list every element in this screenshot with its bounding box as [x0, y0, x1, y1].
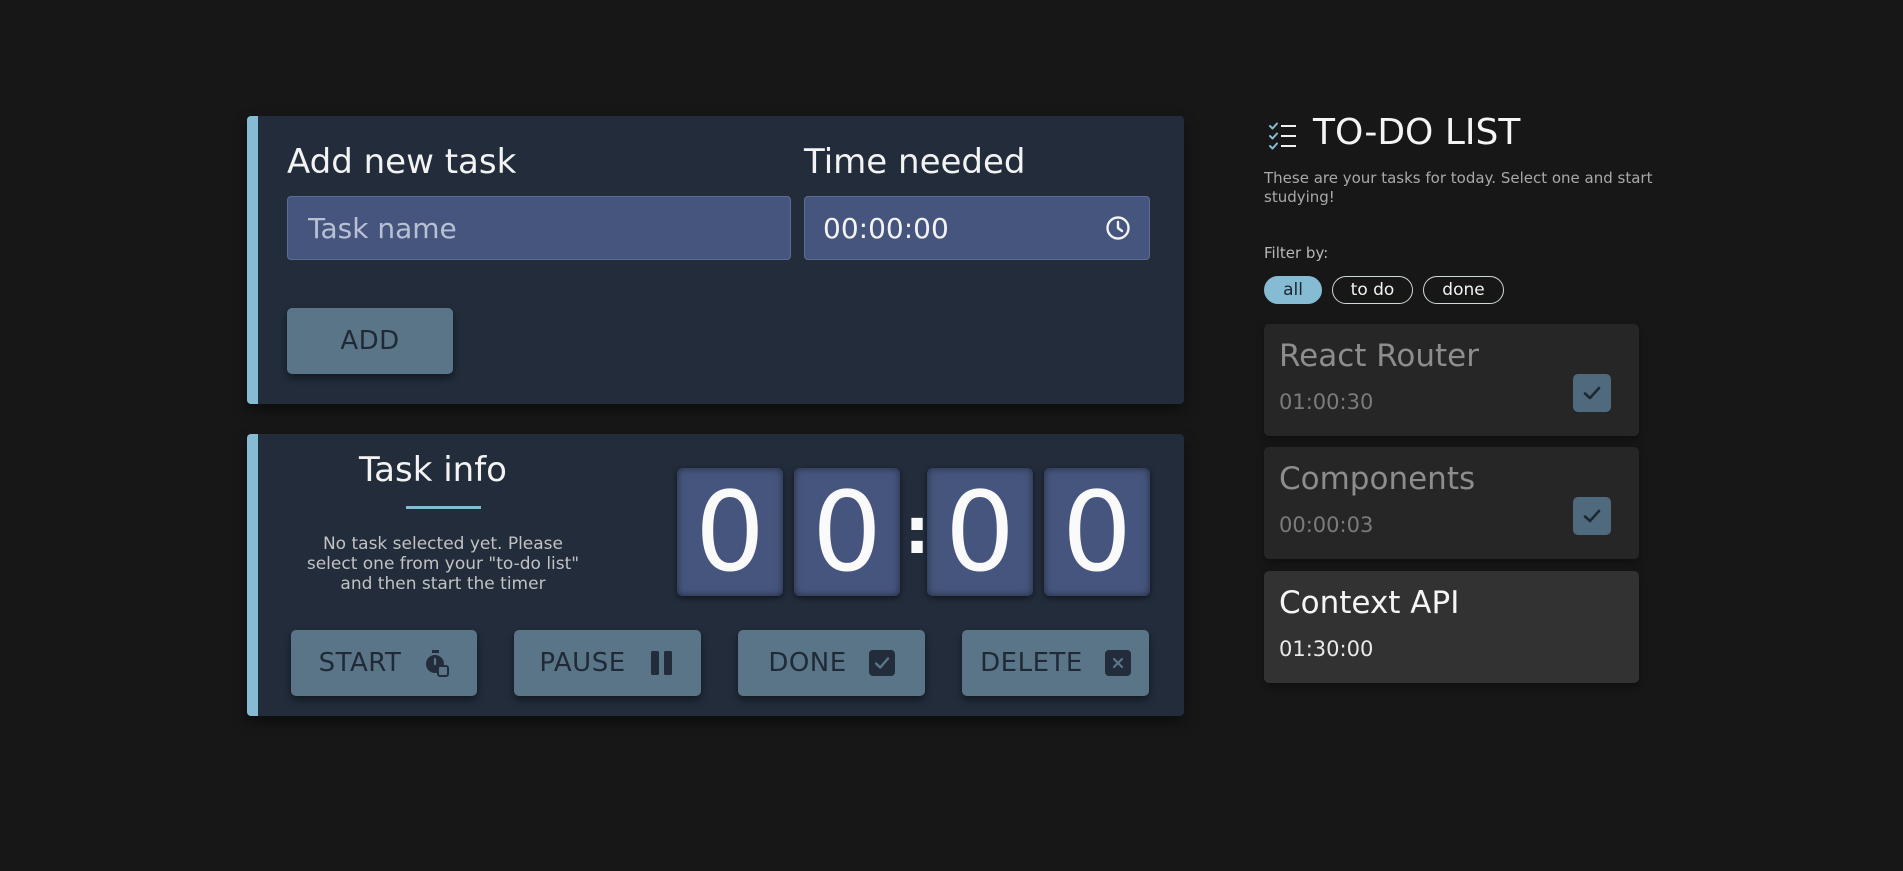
timer-digit-2: 0 — [794, 468, 900, 596]
add-task-label: Add new task — [287, 142, 517, 182]
clock-icon[interactable] — [1105, 215, 1131, 241]
filter-done-chip[interactable]: done — [1423, 276, 1504, 304]
task-info-title: Task info — [359, 450, 507, 490]
check-icon — [1583, 386, 1601, 400]
done-button-label: DONE — [768, 648, 847, 678]
done-button[interactable]: DONE — [738, 630, 925, 696]
timer-digit-1: 0 — [677, 468, 783, 596]
filter-all-label: all — [1283, 280, 1303, 300]
task-time: 01:00:30 — [1279, 390, 1374, 414]
task-card-context-api[interactable]: Context API 01:30:00 — [1264, 571, 1639, 683]
check-icon — [1583, 509, 1601, 523]
pause-icon — [648, 649, 676, 677]
task-info-panel: Task info No task selected yet. Please s… — [247, 434, 1184, 716]
task-card-react-router[interactable]: React Router 01:00:30 — [1264, 324, 1639, 436]
delete-button[interactable]: DELETE — [962, 630, 1149, 696]
task-name-field[interactable] — [287, 196, 791, 260]
task-time: 00:00:03 — [1279, 513, 1374, 537]
checkbox-icon — [868, 650, 895, 676]
task-info-message: No task selected yet. Please select one … — [306, 534, 580, 594]
time-needed-value[interactable]: 00:00:00 — [823, 212, 949, 245]
task-name: Context API — [1279, 585, 1460, 621]
title-underline — [406, 506, 481, 509]
filter-todo-label: to do — [1350, 280, 1395, 300]
task-done-checkbox[interactable] — [1573, 374, 1611, 412]
filter-all-chip[interactable]: all — [1264, 276, 1322, 304]
start-button[interactable]: START — [291, 630, 477, 696]
pause-button[interactable]: PAUSE — [514, 630, 701, 696]
task-card-components[interactable]: Components 00:00:03 — [1264, 447, 1639, 559]
timer-digit-4: 0 — [1044, 468, 1150, 596]
task-done-checkbox[interactable] — [1573, 497, 1611, 535]
delete-button-label: DELETE — [980, 648, 1083, 678]
todo-list-subtitle: These are your tasks for today. Select o… — [1264, 169, 1653, 206]
time-needed-field[interactable]: 00:00:00 — [804, 196, 1150, 260]
filter-done-label: done — [1442, 280, 1485, 300]
todo-list-title: TO-DO LIST — [1313, 112, 1521, 153]
task-time: 01:30:00 — [1279, 637, 1374, 661]
time-needed-label: Time needed — [804, 142, 1026, 182]
task-name: React Router — [1279, 338, 1480, 374]
filter-todo-chip[interactable]: to do — [1332, 276, 1413, 304]
add-task-panel: Add new task Time needed 00:00:00 ADD — [247, 116, 1184, 404]
add-task-button[interactable]: ADD — [287, 308, 453, 374]
checklist-icon — [1268, 121, 1298, 155]
add-button-label: ADD — [340, 326, 400, 356]
stopwatch-icon — [423, 649, 450, 677]
pause-button-label: PAUSE — [539, 648, 626, 678]
timer-digit-3: 0 — [927, 468, 1033, 596]
task-name-input[interactable] — [306, 210, 772, 246]
close-box-icon — [1104, 650, 1131, 676]
task-name: Components — [1279, 461, 1476, 497]
filter-label: Filter by: — [1264, 244, 1329, 262]
start-button-label: START — [318, 648, 402, 678]
